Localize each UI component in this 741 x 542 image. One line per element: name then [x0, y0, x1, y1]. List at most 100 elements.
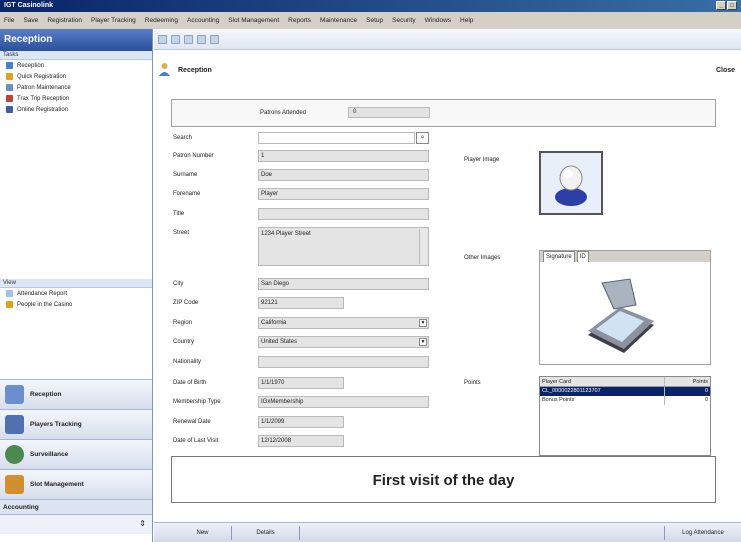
scanner-image[interactable] [566, 269, 672, 361]
dob-label: Date of Birth [173, 380, 207, 386]
document-icon [6, 84, 13, 91]
zip-field[interactable]: 92121 [258, 297, 344, 309]
region-select[interactable]: California ▼ [258, 317, 429, 329]
dob-field[interactable]: 1/1/1970 [258, 377, 344, 389]
details-button[interactable]: Details [232, 526, 300, 540]
back-icon[interactable] [158, 34, 167, 44]
print-icon[interactable] [197, 34, 206, 44]
sidebar-item-patron-maintenance[interactable]: Patron Maintenance [0, 82, 152, 93]
menu-bar: File Save Registration Player Tracking R… [0, 12, 741, 29]
street-value: 1234 Player Street [261, 231, 311, 237]
sidebar-item-trax-trip-reception[interactable]: Trax Trip Reception [0, 93, 152, 104]
column-points[interactable]: Points [664, 377, 710, 386]
person-icon [6, 62, 13, 69]
web-icon [6, 106, 13, 113]
forward-icon[interactable] [171, 34, 180, 44]
city-field[interactable]: San Diego [258, 278, 429, 290]
sidebar-item-people-in-casino[interactable]: People in the Casino [0, 299, 152, 310]
chevron-down-icon[interactable]: ▼ [419, 319, 427, 327]
refresh-icon[interactable] [210, 34, 219, 44]
sidebar-item-attendance-report[interactable]: Attendance Report [0, 288, 152, 299]
sidebar-item-label: Reception [17, 62, 45, 69]
sidebar-item-quick-registration[interactable]: Quick Registration [0, 71, 152, 82]
menu-file[interactable]: File [4, 17, 14, 24]
membership-label: Membership Type [173, 399, 221, 405]
menu-windows[interactable]: Windows [425, 17, 451, 24]
street-label: Street [173, 230, 190, 236]
forename-field[interactable]: Player [258, 188, 429, 200]
points-table: Player Card Points CL_0000022801123707 0… [539, 376, 711, 456]
module-slot-management-button[interactable]: Slot Management [0, 469, 152, 499]
membership-field[interactable]: IGxMembership [258, 396, 429, 408]
surname-field[interactable]: Doe [258, 169, 429, 181]
tab-id[interactable]: ID [576, 251, 589, 262]
sidebar-item-reception[interactable]: Reception [0, 60, 152, 71]
car-icon [6, 95, 13, 102]
menu-save[interactable]: Save [23, 17, 38, 24]
search-input[interactable] [258, 132, 415, 144]
chevron-down-icon[interactable]: ▼ [419, 338, 427, 346]
patron-number-label: Patron Number [173, 153, 214, 159]
module-label: Reception [30, 391, 62, 398]
tab-signature[interactable]: Signature [543, 251, 575, 262]
minimize-button[interactable]: _ [716, 1, 726, 10]
chevron-updown-icon[interactable]: ⇕ [139, 519, 146, 528]
sidebar-item-online-registration[interactable]: Online Registration [0, 104, 152, 115]
other-images-panel: Signature ID [539, 250, 711, 365]
menu-help[interactable]: Help [460, 17, 473, 24]
sidebar-item-label: People in the Casino [17, 301, 73, 308]
avatar-icon [555, 165, 587, 206]
module-surveillance-button[interactable]: Surveillance [0, 439, 152, 469]
new-button[interactable]: New [174, 526, 232, 540]
column-player-card[interactable]: Player Card [540, 377, 664, 386]
scanner-icon [588, 278, 654, 353]
sidebar-item-label: Quick Registration [17, 73, 67, 80]
slot-machine-icon [5, 475, 24, 494]
tasks-title: Tasks [0, 51, 152, 60]
lastvisit-label: Date of Last Visit [173, 438, 219, 444]
maximize-button[interactable]: □ [727, 1, 737, 10]
street-scrollbar[interactable] [419, 229, 427, 264]
title-field[interactable] [258, 208, 429, 220]
lastvisit-field[interactable]: 12/12/2008 [258, 435, 344, 447]
window-titlebar: IGT Casinolink _ □ [0, 0, 741, 12]
module-reception-button[interactable]: Reception [0, 379, 152, 409]
module-accounting-button[interactable]: Accounting [0, 499, 152, 514]
close-button[interactable]: Close [716, 67, 735, 74]
nationality-field[interactable] [258, 356, 429, 368]
points-cell: 0 [664, 396, 710, 405]
patron-number-field[interactable]: 1 [258, 150, 429, 162]
country-select[interactable]: United States ▼ [258, 336, 429, 348]
module-players-tracking-button[interactable]: Players Tracking [0, 409, 152, 439]
menu-player-tracking[interactable]: Player Tracking [91, 17, 136, 24]
menu-registration[interactable]: Registration [47, 17, 82, 24]
menu-slot-management[interactable]: Slot Management [228, 17, 279, 24]
city-label: City [173, 281, 184, 287]
table-row[interactable]: Bonus Points 0 [540, 396, 710, 405]
player-card-cell: CL_0000022801123707 [542, 388, 601, 394]
window-title: IGT Casinolink [4, 2, 54, 9]
other-images-label: Other Images [464, 255, 501, 261]
save-icon[interactable] [184, 34, 193, 44]
module-label: Slot Management [30, 481, 84, 488]
menu-setup[interactable]: Setup [366, 17, 383, 24]
other-images-tabs: Signature ID [540, 251, 710, 262]
table-header: Player Card Points [540, 377, 710, 387]
menu-security[interactable]: Security [392, 17, 415, 24]
table-row[interactable]: CL_0000022801123707 0 [540, 387, 710, 396]
search-icon[interactable]: ⌕ [416, 132, 429, 144]
log-attendance-button[interactable]: Log Attendance [664, 526, 741, 540]
surname-label: Surname [173, 172, 198, 178]
renewal-field[interactable]: 1/1/2099 [258, 416, 344, 428]
menu-redeeming[interactable]: Redeeming [145, 17, 178, 24]
menu-maintenance[interactable]: Maintenance [320, 17, 357, 24]
menu-reports[interactable]: Reports [288, 17, 311, 24]
sidebar-item-label: Patron Maintenance [17, 84, 71, 91]
menu-accounting[interactable]: Accounting [187, 17, 219, 24]
player-image[interactable] [539, 151, 603, 215]
reception-icon [5, 385, 24, 404]
people-icon [6, 301, 13, 308]
street-field[interactable]: 1234 Player Street [258, 227, 429, 266]
players-tracking-icon [5, 415, 24, 434]
surveillance-icon [5, 445, 24, 464]
